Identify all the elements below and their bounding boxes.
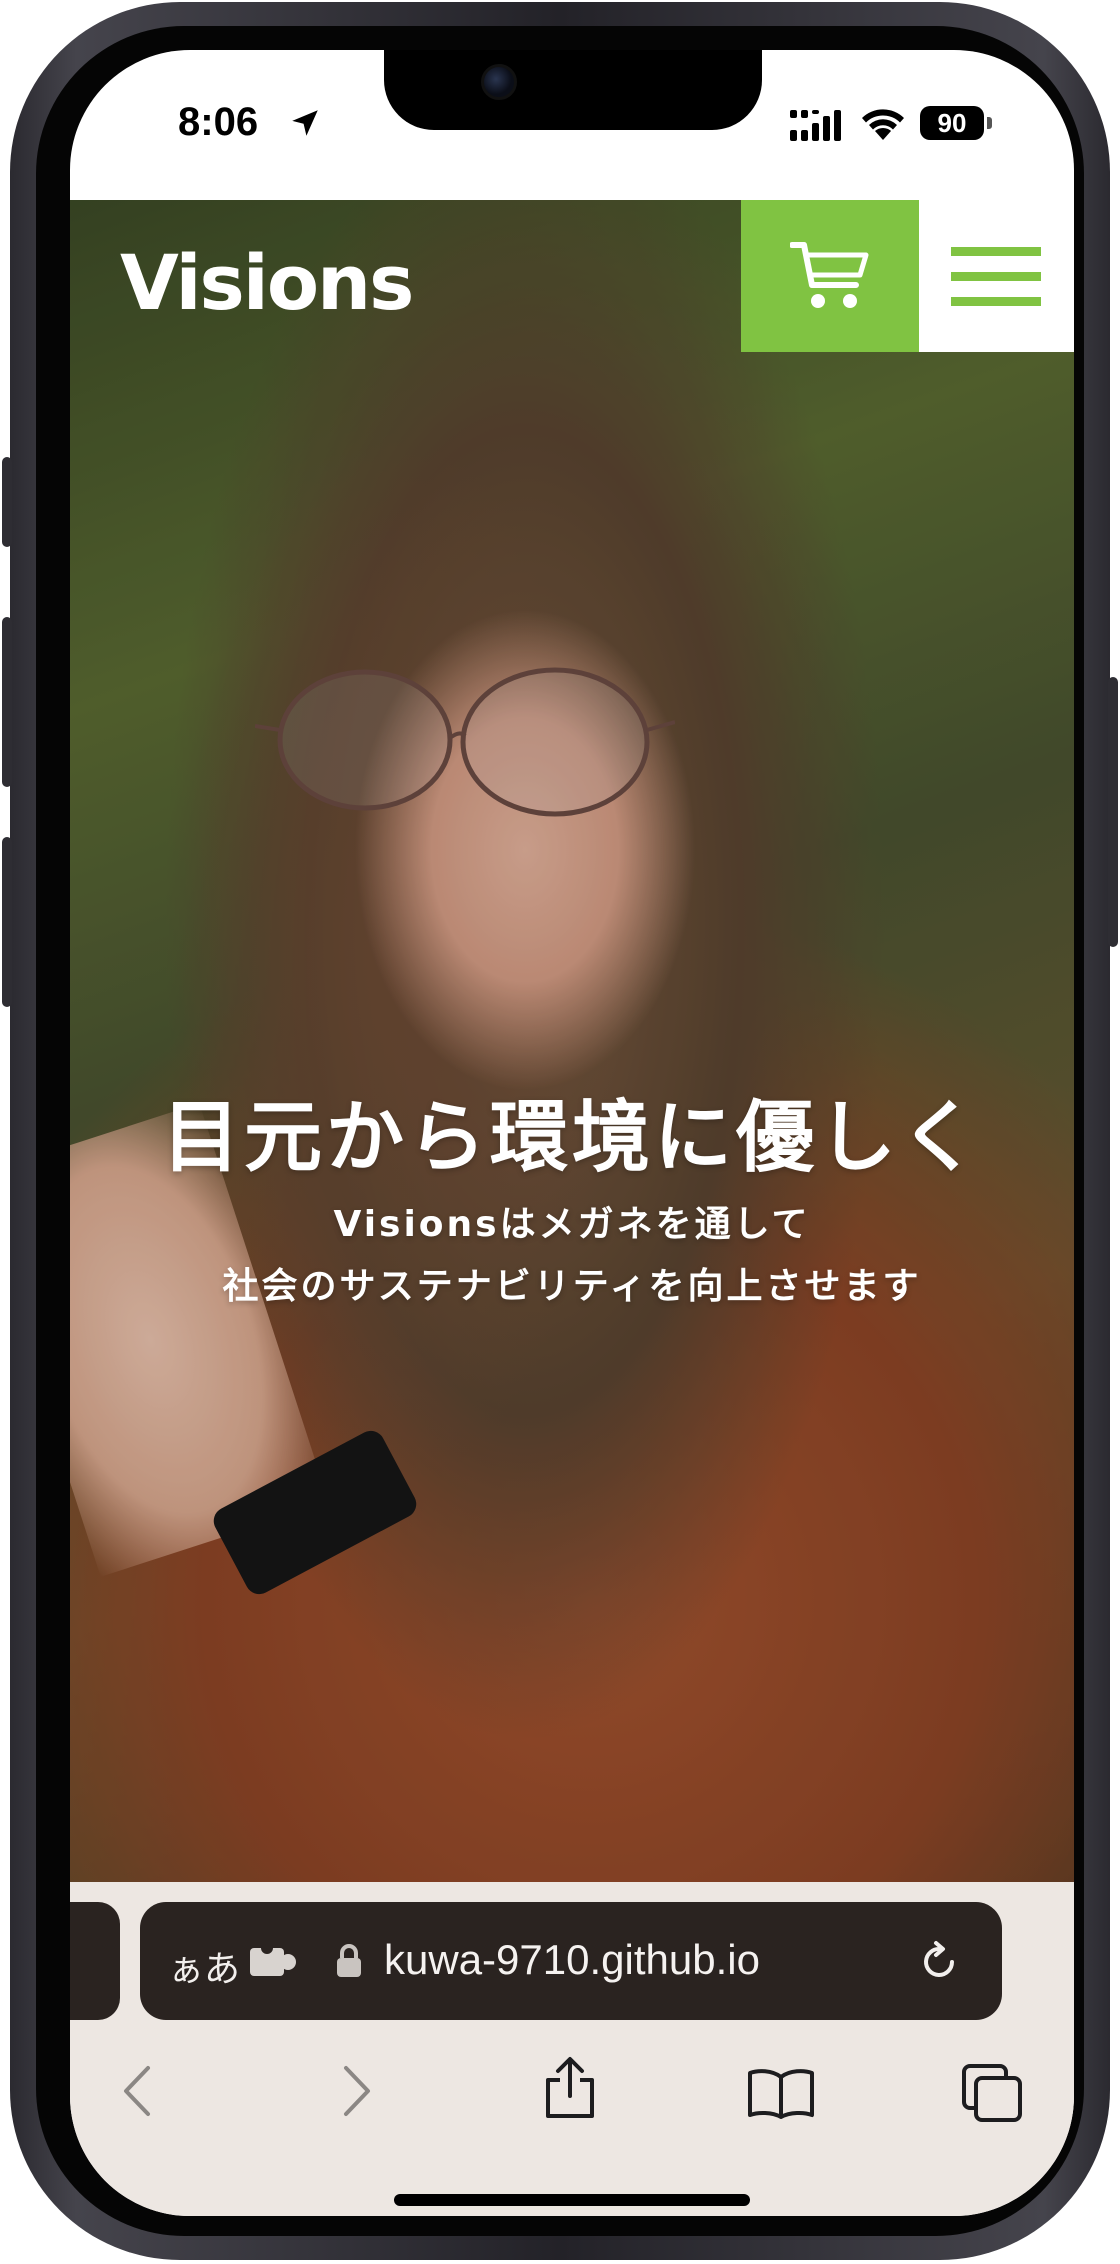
battery-tip bbox=[987, 117, 992, 129]
front-camera bbox=[481, 64, 517, 100]
bookmarks-icon[interactable] bbox=[746, 2067, 816, 2119]
phone-frame: 8:06 90 Visions 目元から環境に優しく Visionsはメガネを通… bbox=[2, 2, 1118, 2260]
cart-icon bbox=[790, 242, 869, 308]
back-icon[interactable] bbox=[122, 2064, 152, 2118]
lock-icon bbox=[337, 1944, 361, 1977]
home-indicator[interactable] bbox=[394, 2194, 750, 2206]
menu-bar bbox=[951, 272, 1041, 281]
reload-icon[interactable] bbox=[918, 1940, 962, 1984]
reader-settings-button[interactable]: ぁあ bbox=[168, 1940, 240, 1992]
menu-button[interactable] bbox=[919, 200, 1074, 352]
cellular-signal-icon bbox=[790, 110, 841, 141]
wifi-icon bbox=[862, 109, 904, 140]
volume-down-button bbox=[2, 837, 12, 1007]
phone-screen: 8:06 90 Visions 目元から環境に優しく Visionsはメガネを通… bbox=[70, 50, 1074, 2216]
tabs-icon[interactable] bbox=[960, 2062, 1026, 2124]
site-header: Visions bbox=[70, 200, 1074, 352]
power-button bbox=[1108, 677, 1118, 947]
forward-icon[interactable] bbox=[342, 2064, 372, 2118]
browser-chrome: ぁあ kuwa-9710.github.io bbox=[70, 1882, 1074, 2216]
extension-icon[interactable] bbox=[250, 1944, 298, 1980]
battery-icon: 90 bbox=[920, 106, 984, 140]
hero-section: Visions 目元から環境に優しく Visionsはメガネを通して 社会のサス… bbox=[70, 200, 1074, 1882]
location-arrow-icon bbox=[292, 110, 318, 136]
hero-overlay bbox=[70, 200, 1074, 1882]
cart-button[interactable] bbox=[741, 200, 919, 352]
menu-bar bbox=[951, 297, 1041, 306]
previous-tab-preview[interactable] bbox=[70, 1902, 120, 2020]
notch bbox=[384, 50, 762, 130]
hero-headline: 目元から環境に優しく bbox=[161, 1093, 982, 1183]
volume-up-button bbox=[2, 617, 12, 787]
address-bar[interactable]: ぁあ kuwa-9710.github.io bbox=[140, 1902, 1002, 2020]
menu-bar bbox=[951, 247, 1041, 256]
site-logo[interactable]: Visions bbox=[120, 238, 414, 327]
url-text[interactable]: kuwa-9710.github.io bbox=[384, 1936, 760, 1984]
hero-subline-1: Visionsはメガネを通して bbox=[333, 1204, 811, 1245]
mute-switch bbox=[2, 457, 12, 547]
share-icon[interactable] bbox=[542, 2056, 598, 2120]
hero-subline-2: 社会のサステナビリティを向上させます bbox=[222, 1266, 922, 1307]
status-time: 8:06 bbox=[178, 100, 259, 144]
